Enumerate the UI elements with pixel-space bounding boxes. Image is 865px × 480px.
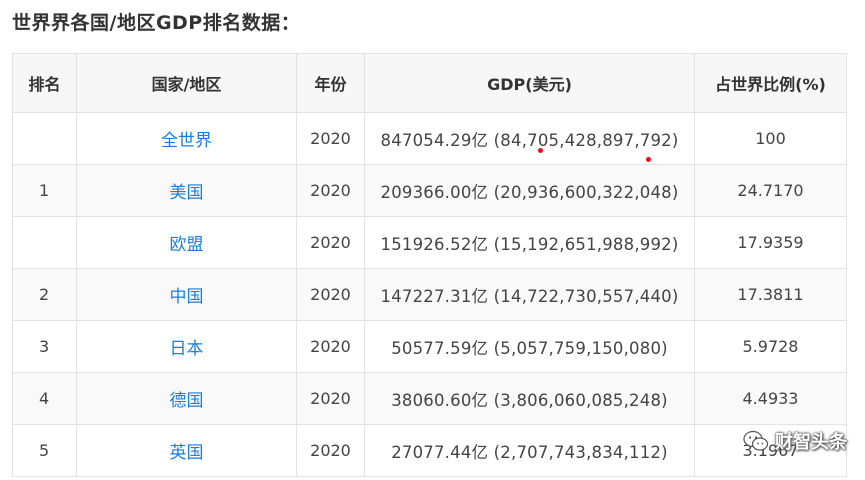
country-link[interactable]: 欧盟 — [170, 235, 204, 255]
red-annotation-dot — [538, 148, 543, 153]
red-annotation-dot — [646, 157, 651, 162]
gdp-cell: 38060.60亿 (3,806,060,085,248) — [364, 372, 695, 425]
share-cell: 17.9359 — [694, 216, 847, 269]
share-cell: 4.4933 — [694, 372, 847, 425]
country-cell: 日本 — [76, 320, 297, 373]
share-cell: 100 — [694, 112, 847, 165]
country-cell: 中国 — [76, 268, 297, 321]
year-cell: 2020 — [296, 268, 365, 321]
table-row: 1 美国 2020 209366.00亿 (20,936,600,322,048… — [12, 164, 847, 217]
share-cell: 5.9728 — [694, 320, 847, 373]
rank-cell — [12, 112, 77, 165]
table-row: 4 德国 2020 38060.60亿 (3,806,060,085,248) … — [12, 372, 847, 425]
gdp-ranking-table: 排名 国家/地区 年份 GDP(美元) 占世界比例(%) 全世界 2020 84… — [12, 53, 847, 477]
gdp-cell: 151926.52亿 (15,192,651,988,992) — [364, 216, 695, 269]
header-gdp: GDP(美元) — [364, 53, 695, 113]
wechat-icon — [743, 430, 769, 451]
header-rank: 排名 — [12, 53, 77, 113]
share-cell: 24.7170 — [694, 164, 847, 217]
header-year: 年份 — [296, 53, 365, 113]
rank-cell — [12, 216, 77, 269]
gdp-cell: 847054.29亿 (84,705,428,897,792) — [364, 112, 695, 165]
rank-cell: 3 — [12, 320, 77, 373]
share-cell: 17.3811 — [694, 268, 847, 321]
year-cell: 2020 — [296, 164, 365, 217]
table-row: 欧盟 2020 151926.52亿 (15,192,651,988,992) … — [12, 216, 847, 269]
year-cell: 2020 — [296, 320, 365, 373]
country-link[interactable]: 德国 — [170, 391, 204, 411]
gdp-cell: 209366.00亿 (20,936,600,322,048) — [364, 164, 695, 217]
gdp-cell: 50577.59亿 (5,057,759,150,080) — [364, 320, 695, 373]
gdp-cell: 147227.31亿 (14,722,730,557,440) — [364, 268, 695, 321]
page-title: 世界界各国/地区GDP排名数据： — [12, 12, 301, 34]
country-link[interactable]: 中国 — [170, 287, 204, 307]
country-link[interactable]: 美国 — [170, 183, 204, 203]
year-cell: 2020 — [296, 372, 365, 425]
table-row: 2 中国 2020 147227.31亿 (14,722,730,557,440… — [12, 268, 847, 321]
watermark: 财智头条 — [743, 428, 847, 454]
table-row: 全世界 2020 847054.29亿 (84,705,428,897,792)… — [12, 112, 847, 165]
rank-cell: 2 — [12, 268, 77, 321]
year-cell: 2020 — [296, 424, 365, 477]
country-cell: 德国 — [76, 372, 297, 425]
header-country: 国家/地区 — [76, 53, 297, 113]
country-cell: 全世界 — [76, 112, 297, 165]
rank-cell: 5 — [12, 424, 77, 477]
country-cell: 美国 — [76, 164, 297, 217]
country-link[interactable]: 英国 — [170, 443, 204, 463]
country-cell: 欧盟 — [76, 216, 297, 269]
header-share: 占世界比例(%) — [694, 53, 847, 113]
rank-cell: 1 — [12, 164, 77, 217]
table-header-row: 排名 国家/地区 年份 GDP(美元) 占世界比例(%) — [12, 53, 847, 113]
watermark-text: 财智头条 — [775, 432, 847, 453]
table-row: 5 英国 2020 27077.44亿 (2,707,743,834,112) … — [12, 424, 847, 477]
year-cell: 2020 — [296, 112, 365, 165]
rank-cell: 4 — [12, 372, 77, 425]
table-row: 3 日本 2020 50577.59亿 (5,057,759,150,080) … — [12, 320, 847, 373]
year-cell: 2020 — [296, 216, 365, 269]
country-cell: 英国 — [76, 424, 297, 477]
gdp-cell: 27077.44亿 (2,707,743,834,112) — [364, 424, 695, 477]
country-link[interactable]: 全世界 — [161, 131, 212, 151]
country-link[interactable]: 日本 — [170, 339, 204, 359]
